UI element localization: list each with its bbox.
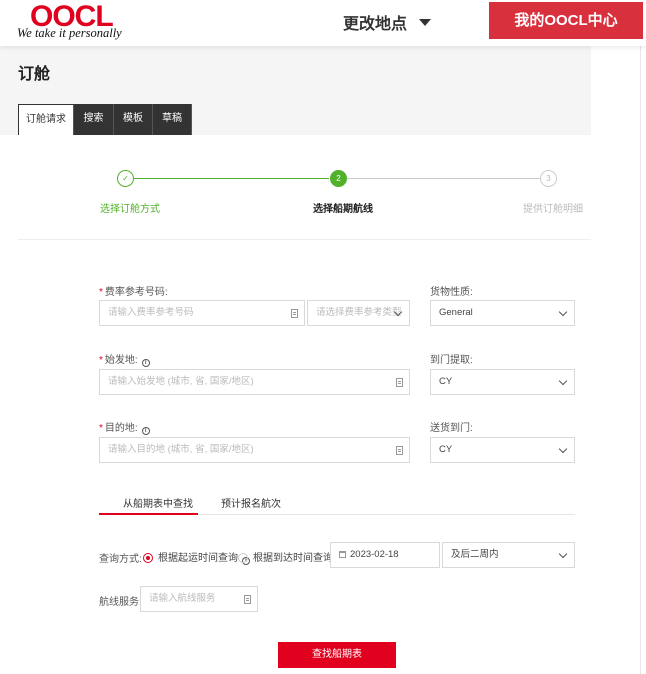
step-1-label: 选择订舱方式 (100, 204, 160, 215)
radio-unselected-icon (238, 553, 248, 563)
page-right-border (640, 46, 641, 674)
door-delivery-select[interactable]: CY (430, 437, 575, 463)
site-header: OOCL We take it personally 更改地点 我的OOCL中心 (0, 0, 646, 46)
document-icon (396, 446, 403, 455)
door-pickup-select[interactable]: CY (430, 369, 575, 395)
subtab-schedule-search[interactable]: 从船期表中查找 (123, 495, 193, 510)
my-oocl-center-button[interactable]: 我的OOCL中心 (489, 2, 643, 39)
tab-search[interactable]: 搜索 (74, 104, 114, 135)
step-3-circle: 3 (540, 170, 557, 187)
document-icon (396, 378, 403, 387)
cargo-nature-label: 货物性质: (430, 287, 473, 298)
date-range-select[interactable]: 及后二周内 (442, 542, 575, 568)
origin-label: * 始发地: i (99, 351, 150, 367)
calendar-icon (339, 551, 346, 558)
chevron-down-icon (558, 376, 568, 386)
rate-ref-input[interactable]: 请输入费率参考号码 (99, 300, 305, 326)
tab-booking-request[interactable]: 订舱请求 (18, 104, 74, 135)
rate-ref-type-select[interactable]: 请选择费率参考类型 (307, 300, 410, 326)
door-delivery-label: 送货到门: (430, 423, 473, 434)
step-connector-done (134, 178, 329, 179)
step-2-circle: 2 (330, 170, 347, 187)
chevron-down-icon (558, 444, 568, 454)
change-location-dropdown[interactable]: 更改地点 (343, 10, 432, 34)
radio-selected-icon (143, 553, 153, 563)
radio-departure[interactable]: 根据起运时间查询 i (143, 549, 250, 565)
service-label: 航线服务: (99, 597, 142, 608)
caret-down-icon (419, 19, 432, 26)
destination-label: * 目的地: i (99, 419, 150, 435)
door-pickup-label: 到门提取: (430, 355, 473, 366)
document-icon (291, 309, 298, 318)
tab-template[interactable]: 模板 (114, 104, 153, 135)
rate-ref-label: * 费率参考号码: (99, 287, 168, 298)
change-location-label: 更改地点 (343, 16, 408, 33)
step-3-label: 提供订舱明细 (523, 204, 583, 215)
page-title: 订舱 (18, 66, 51, 83)
service-input[interactable]: 请输入航线服务 (140, 586, 258, 612)
find-schedule-button[interactable]: 查找船期表 (278, 642, 396, 668)
date-input[interactable]: 2023-02-18 (330, 542, 440, 568)
document-icon (244, 595, 251, 604)
step-connector-pending (347, 178, 540, 179)
radio-arrival[interactable]: 根据到达时间查询i (238, 549, 345, 565)
destination-input[interactable]: 请输入目的地 (城市, 省, 国家/地区) (99, 437, 410, 463)
logo-tagline: We take it personally (17, 26, 122, 40)
step-1-check-icon: ✓ (117, 170, 134, 187)
query-method-label: 查询方式: (99, 554, 142, 565)
tab-draft[interactable]: 草稿 (153, 104, 192, 135)
step-2-label: 选择船期航线 (313, 204, 373, 215)
chevron-down-icon (558, 549, 568, 559)
booking-tabs: 订舱请求 搜索 模板 草稿 (18, 104, 192, 135)
subtab-planned-voyage[interactable]: 预计报名航次 (221, 495, 281, 510)
origin-input[interactable]: 请输入始发地 (城市, 省, 国家/地区) (99, 369, 410, 395)
info-icon[interactable]: i (141, 359, 150, 367)
progress-steps: ✓ 2 3 选择订舱方式 选择船期航线 提供订舱明细 (18, 135, 591, 240)
chevron-down-icon (558, 307, 568, 317)
cargo-nature-select[interactable]: General (430, 300, 575, 326)
subtab-active-indicator (99, 513, 198, 515)
info-icon[interactable]: i (141, 427, 150, 435)
